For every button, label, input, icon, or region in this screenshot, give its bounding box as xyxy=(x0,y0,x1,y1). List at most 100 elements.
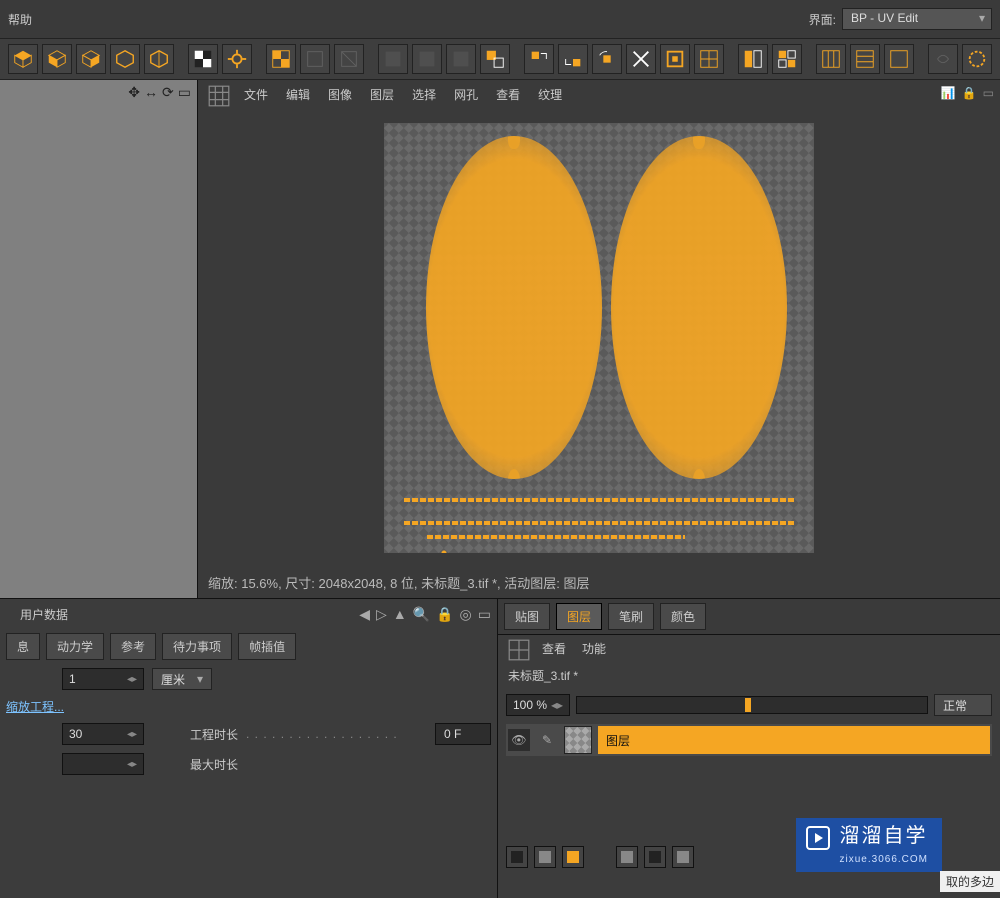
end-ring-icon[interactable] xyxy=(962,44,992,74)
uv-menu-file[interactable]: 文件 xyxy=(244,86,268,103)
blend-mode[interactable]: 正常 xyxy=(934,694,992,716)
layers-submenu-view[interactable]: 查看 xyxy=(542,640,566,657)
sel-rotate-icon[interactable] xyxy=(592,44,622,74)
stepper-icon-3[interactable]: ◂▸ xyxy=(127,759,137,770)
layer-brush-icon[interactable]: ✎ xyxy=(536,729,558,751)
uv-menu-select[interactable]: 选择 xyxy=(412,86,436,103)
dup-layer-icon[interactable] xyxy=(534,846,556,868)
uv-disabled-2-icon[interactable] xyxy=(334,44,364,74)
fx-layer-icon[interactable] xyxy=(644,846,666,868)
attr-row-3: ◂▸ 最大时长 xyxy=(0,749,497,779)
zoom-slider-handle[interactable] xyxy=(745,698,751,712)
attr-tab-refs[interactable]: 参考 xyxy=(110,633,156,660)
stepper-icon[interactable]: ◂▸ xyxy=(127,674,137,685)
texture-mode-icon[interactable] xyxy=(144,44,174,74)
uv-menu-image[interactable]: 图像 xyxy=(328,86,352,103)
uv-menu-mesh[interactable]: 网孔 xyxy=(454,86,478,103)
end-1-icon[interactable] xyxy=(928,44,958,74)
misc-2-icon[interactable] xyxy=(850,44,880,74)
attr-tab-tasks[interactable]: 待力事项 xyxy=(162,633,232,660)
attr-unit-1[interactable]: 厘米 xyxy=(152,668,212,690)
zoom-value[interactable]: 100 % ◂▸ xyxy=(506,694,570,716)
snap-gear-icon[interactable] xyxy=(222,44,252,74)
uv-tool-group-2 xyxy=(378,44,510,74)
end-group xyxy=(928,44,992,74)
attr-value-1-text: 1 xyxy=(69,672,76,686)
point-mode-icon[interactable] xyxy=(42,44,72,74)
del-layer-icon[interactable] xyxy=(562,846,584,868)
uv-checker-icon[interactable] xyxy=(266,44,296,74)
next-icon[interactable]: ▷ xyxy=(376,606,387,623)
sel-frame-icon[interactable] xyxy=(660,44,690,74)
misc-3-icon[interactable] xyxy=(884,44,914,74)
uv-tool-c-icon[interactable] xyxy=(446,44,476,74)
perspective-viewport[interactable]: ✥ ↔ ⟳ ▭ xyxy=(0,80,198,598)
tab-texture[interactable]: 贴图 xyxy=(504,603,550,630)
group-layer-icon[interactable] xyxy=(672,846,694,868)
attr-tab-interp[interactable]: 帧插值 xyxy=(238,633,296,660)
sel-all-icon[interactable] xyxy=(694,44,724,74)
layer-row[interactable]: 👁 ✎ 图层 xyxy=(506,724,992,756)
attr-row-1: 1 ◂▸ 厘米 xyxy=(0,664,497,694)
layer-name-label[interactable]: 图层 xyxy=(598,726,990,754)
uv-close-icon[interactable]: ▭ xyxy=(983,86,994,100)
scale-project-link[interactable]: 缩放工程... xyxy=(0,694,497,719)
prev-icon[interactable]: ◀ xyxy=(359,606,370,623)
watermark-badge: 溜溜自学 zixue.3066.COM xyxy=(796,818,942,872)
poly-mode-icon[interactable] xyxy=(110,44,140,74)
uv-lock-icon[interactable]: 🔒 xyxy=(962,86,977,100)
uv-menu-layer[interactable]: 图层 xyxy=(370,86,394,103)
uv-disabled-1-icon[interactable] xyxy=(300,44,330,74)
attr-header-item-2[interactable]: 用户数据 xyxy=(20,606,68,623)
stepper-icon-2[interactable]: ◂▸ xyxy=(127,729,137,740)
sel-shrink-icon[interactable] xyxy=(558,44,588,74)
attr-value-3[interactable]: ◂▸ xyxy=(62,753,144,775)
uv-menu-texture[interactable]: 纹理 xyxy=(538,86,562,103)
new-layer-icon[interactable] xyxy=(506,846,528,868)
zoom-slider[interactable] xyxy=(576,696,928,714)
snap-checker-icon[interactable] xyxy=(188,44,218,74)
move-icon[interactable]: ✥ xyxy=(128,84,140,101)
uv-info-icon[interactable]: 📊 xyxy=(941,86,956,100)
misc-group xyxy=(816,44,914,74)
uv-tool-d-icon[interactable] xyxy=(480,44,510,74)
attr-value-1[interactable]: 1 ◂▸ xyxy=(62,668,144,690)
zoom-icon[interactable]: ↔ xyxy=(144,84,158,101)
uv-menu-view[interactable]: 查看 xyxy=(496,86,520,103)
attr-tab-info[interactable]: 息 xyxy=(6,633,40,660)
menu-help[interactable]: 帮助 xyxy=(8,11,32,28)
uv-canvas[interactable] xyxy=(384,123,814,553)
edge-mode-icon[interactable] xyxy=(76,44,106,74)
attr-value-2[interactable]: 30 ◂▸ xyxy=(62,723,144,745)
target-icon[interactable]: ◎ xyxy=(460,606,472,623)
blend-mode-text: 正常 xyxy=(943,697,967,714)
attr-out-2[interactable]: 0 F xyxy=(435,723,491,745)
uv-tool-b-icon[interactable] xyxy=(412,44,442,74)
layers-submenu-func[interactable]: 功能 xyxy=(582,640,606,657)
rotate-icon[interactable]: ⟳ xyxy=(162,84,174,101)
layout-dropdown[interactable]: BP - UV Edit xyxy=(842,8,992,30)
tab-brush[interactable]: 笔刷 xyxy=(608,603,654,630)
uv-menu-edit[interactable]: 编辑 xyxy=(286,86,310,103)
layout-split-icon[interactable] xyxy=(738,44,768,74)
uv-tool-a-icon[interactable] xyxy=(378,44,408,74)
layout-quad-icon[interactable] xyxy=(772,44,802,74)
mask-layer-icon[interactable] xyxy=(616,846,638,868)
watermark-title: 溜溜自学 xyxy=(840,825,928,847)
tab-color[interactable]: 颜色 xyxy=(660,603,706,630)
attribute-panel: 用户数据 ◀ ▷ ▲ 🔍 🔒 ◎ ▭ 息 动力学 参考 待力事项 帧插值 1 xyxy=(0,599,498,898)
lock-icon[interactable]: 🔒 xyxy=(436,606,453,623)
attr-tab-dynamics[interactable]: 动力学 xyxy=(46,633,104,660)
tab-layers[interactable]: 图层 xyxy=(556,603,602,630)
menu-icon[interactable]: ▭ xyxy=(478,606,491,623)
sel-cross-icon[interactable] xyxy=(626,44,656,74)
misc-1-icon[interactable] xyxy=(816,44,846,74)
uv-grid-icon[interactable] xyxy=(208,85,226,103)
maximize-icon[interactable]: ▭ xyxy=(178,84,191,101)
search-icon[interactable]: 🔍 xyxy=(413,606,430,623)
up-icon[interactable]: ▲ xyxy=(393,606,407,622)
sel-grow-icon[interactable] xyxy=(524,44,554,74)
layers-grid-icon[interactable] xyxy=(508,639,526,657)
model-mode-icon[interactable] xyxy=(8,44,38,74)
layer-visibility-icon[interactable]: 👁 xyxy=(508,729,530,751)
